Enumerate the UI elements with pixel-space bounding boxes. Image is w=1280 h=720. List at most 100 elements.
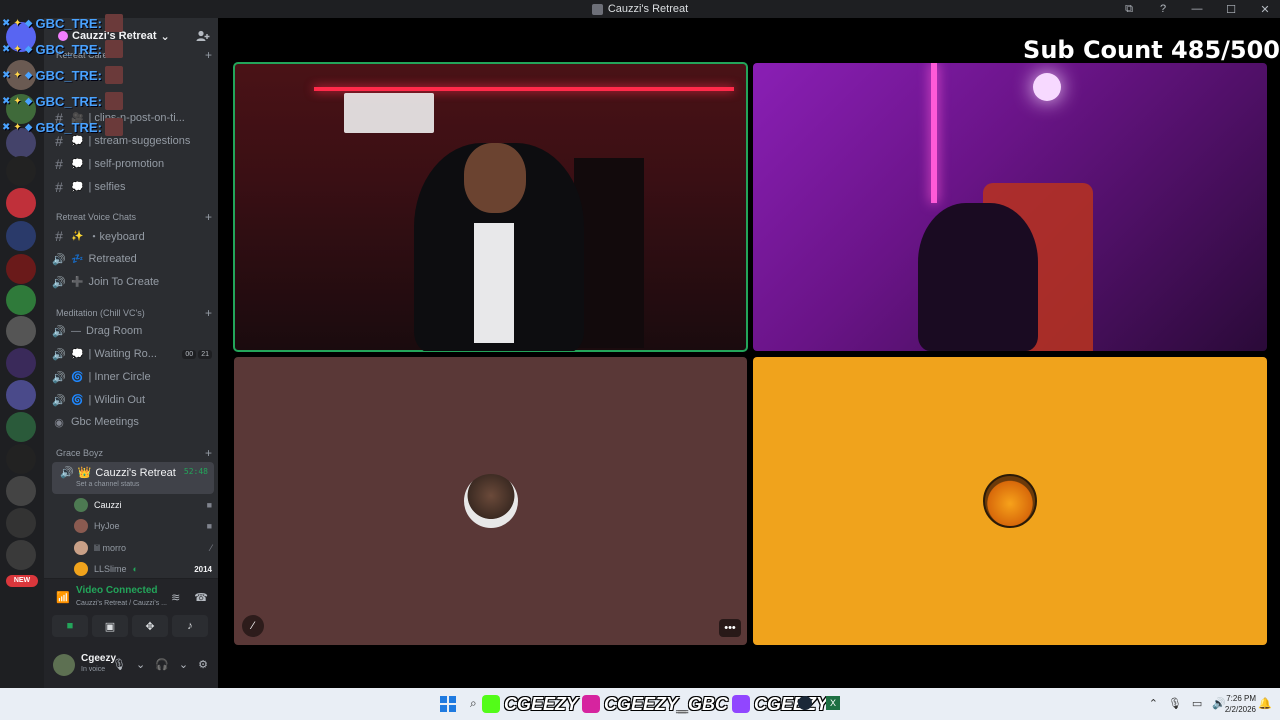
- server-icon[interactable]: [6, 254, 36, 284]
- voice-channel-wildin-out[interactable]: 🔊 🌀 | Wildin Out: [52, 390, 212, 410]
- category-grace-boyz[interactable]: Grace Boyz +: [56, 446, 212, 460]
- add-channel-icon[interactable]: +: [205, 210, 212, 224]
- server-icon[interactable]: [6, 412, 36, 442]
- stream-social-banner: CGEEZY CGEEZY_GBC CGEEZY: [482, 692, 828, 716]
- category-retreat-voice-chats[interactable]: Retreat Voice Chats +: [56, 210, 212, 224]
- stage-channel-gbc-meetings[interactable]: ◉ Gbc Meetings: [52, 412, 212, 432]
- chevron-down-icon[interactable]: ⌄: [136, 658, 145, 671]
- disconnect-icon[interactable]: ☎: [194, 591, 208, 604]
- add-channel-icon[interactable]: +: [205, 446, 212, 460]
- headphones-icon[interactable]: 🎧: [155, 658, 169, 671]
- username[interactable]: Cgeezy: [81, 653, 116, 664]
- soundboard-icon: ♪: [187, 620, 193, 632]
- user-panel: Cgeezy In voice 🎙 ⌄ 🎧 ⌄ ⚙: [44, 646, 218, 688]
- new-badge: NEW: [6, 575, 38, 587]
- server-icon[interactable]: [6, 540, 36, 570]
- windows-start-button[interactable]: [440, 696, 456, 712]
- video-tile[interactable]: [233, 62, 748, 352]
- server-icon[interactable]: [6, 188, 36, 218]
- voice-user[interactable]: HyJoe ■: [74, 516, 212, 536]
- soundboard-button[interactable]: ♪: [172, 615, 208, 637]
- server-icon[interactable]: [6, 156, 36, 186]
- avatar[interactable]: [53, 654, 75, 676]
- category-meditation[interactable]: Meditation (Chill VC's) +: [56, 306, 212, 320]
- close-button[interactable]: ✕: [1258, 3, 1272, 16]
- participant-shirt: [474, 223, 514, 343]
- screenshare-button[interactable]: ▣: [92, 615, 128, 637]
- video-tile[interactable]: [753, 63, 1267, 351]
- help-icon[interactable]: ?: [1156, 3, 1170, 15]
- microphone-icon[interactable]: 🎙: [112, 658, 126, 671]
- star-icon: ✦: [13, 69, 22, 81]
- voice-channel-inner-circle[interactable]: 🔊 🌀 | Inner Circle: [52, 367, 212, 387]
- chevron-up-icon[interactable]: ⌃: [1149, 697, 1158, 710]
- voice-user[interactable]: LLSlime ◐ 2014: [74, 559, 212, 579]
- more-options-button[interactable]: •••: [719, 619, 741, 637]
- voice-channel-waiting-room[interactable]: 🔊 💭 | Waiting Ro... 00 21: [52, 344, 212, 364]
- inbox-icon[interactable]: ⧉: [1122, 3, 1136, 16]
- voice-channel-retreated[interactable]: 🔊 💤 Retreated: [52, 249, 212, 269]
- server-icon[interactable]: [6, 476, 36, 506]
- camera-button[interactable]: ■: [52, 615, 88, 637]
- stream-overlay-tag: ✖ ✦ ◆ GBC_TRE:: [2, 14, 123, 32]
- cube-icon: ◆: [24, 17, 33, 29]
- signal-icon[interactable]: 📶: [56, 591, 70, 605]
- window-controls: ⧉ ? — ☐ ✕: [1122, 0, 1272, 18]
- add-channel-icon[interactable]: +: [205, 306, 212, 320]
- camera-icon: ■: [66, 620, 74, 632]
- active-voice-channel[interactable]: 🔊 👑 Cauzzi's Retreat 52:48 Set a channel…: [52, 462, 214, 494]
- add-channel-icon[interactable]: +: [205, 48, 212, 62]
- channel-status[interactable]: Set a channel status: [76, 481, 139, 488]
- overlay-thumbnail: [104, 14, 123, 32]
- voice-status-subtitle: Cauzzi's Retreat / Cauzzi's ...: [76, 600, 167, 607]
- voice-channel-drag-room[interactable]: 🔊 — Drag Room: [52, 321, 212, 341]
- video-tile[interactable]: ⁄ •••: [234, 357, 747, 645]
- system-tray: ⌃ 🎙 ▭ 🔊: [1149, 697, 1226, 710]
- avatar: [74, 519, 88, 533]
- excel-icon[interactable]: X: [826, 696, 840, 710]
- notification-icon[interactable]: 🔔: [1258, 697, 1272, 710]
- voice-channel-join-to-create[interactable]: 🔊 ➕ Join To Create: [52, 272, 212, 292]
- avatar: [74, 562, 88, 576]
- steam-icon[interactable]: [798, 696, 812, 710]
- speaker-icon: 🔊: [52, 276, 66, 289]
- server-icon[interactable]: [6, 508, 36, 538]
- clan-tag: 2014: [194, 564, 212, 574]
- stream-overlay-tag: ✖ ✦ ◆ GBC_TRE:: [2, 40, 123, 58]
- noise-suppression-icon[interactable]: ≋: [171, 591, 180, 604]
- channel-self-promotion[interactable]: # 💭 | self-promotion: [52, 154, 212, 174]
- xbox-icon: ✖: [2, 43, 11, 55]
- overlay-thumbnail: [104, 118, 123, 136]
- channel-keyboard[interactable]: # ✨ ・keyboard: [52, 226, 212, 246]
- server-icon[interactable]: [6, 221, 36, 251]
- sub-count-overlay: Sub Count 485/500: [1023, 36, 1280, 64]
- gear-icon[interactable]: ⚙: [198, 658, 208, 671]
- voice-user[interactable]: lil morro ⁄: [74, 538, 212, 558]
- user-limit-badge: 00 21: [182, 349, 212, 359]
- video-icon: ■: [206, 500, 212, 510]
- server-icon[interactable]: [6, 444, 36, 474]
- maximize-button[interactable]: ☐: [1224, 3, 1238, 16]
- overlay-thumbnail: [104, 66, 123, 84]
- activities-button[interactable]: ✥: [132, 615, 168, 637]
- active-voice-name: Cauzzi's Retreat: [95, 466, 176, 479]
- microphone-icon[interactable]: 🎙: [1168, 697, 1182, 710]
- system-clock[interactable]: 7:26 PM 2/2/2026: [1225, 693, 1256, 715]
- server-icon[interactable]: [6, 348, 36, 378]
- voice-status-title[interactable]: Video Connected: [76, 585, 158, 596]
- star-icon: ✦: [13, 95, 22, 107]
- video-tile[interactable]: [753, 357, 1267, 645]
- user-status: In voice: [81, 666, 106, 673]
- voice-user[interactable]: Cauzzi ■: [74, 495, 212, 515]
- server-icon[interactable]: [6, 316, 36, 346]
- channel-selfies[interactable]: # 💭 | selfies: [52, 177, 212, 197]
- server-icon[interactable]: [6, 285, 36, 315]
- chevron-down-icon[interactable]: ⌄: [179, 658, 188, 671]
- search-icon[interactable]: ⌕: [470, 696, 477, 711]
- minimize-button[interactable]: —: [1190, 3, 1204, 15]
- led-strip: [314, 87, 734, 91]
- invite-people-icon[interactable]: [196, 30, 210, 42]
- xbox-icon: ✖: [2, 121, 11, 133]
- display-icon[interactable]: ▭: [1192, 697, 1202, 710]
- server-icon[interactable]: [6, 380, 36, 410]
